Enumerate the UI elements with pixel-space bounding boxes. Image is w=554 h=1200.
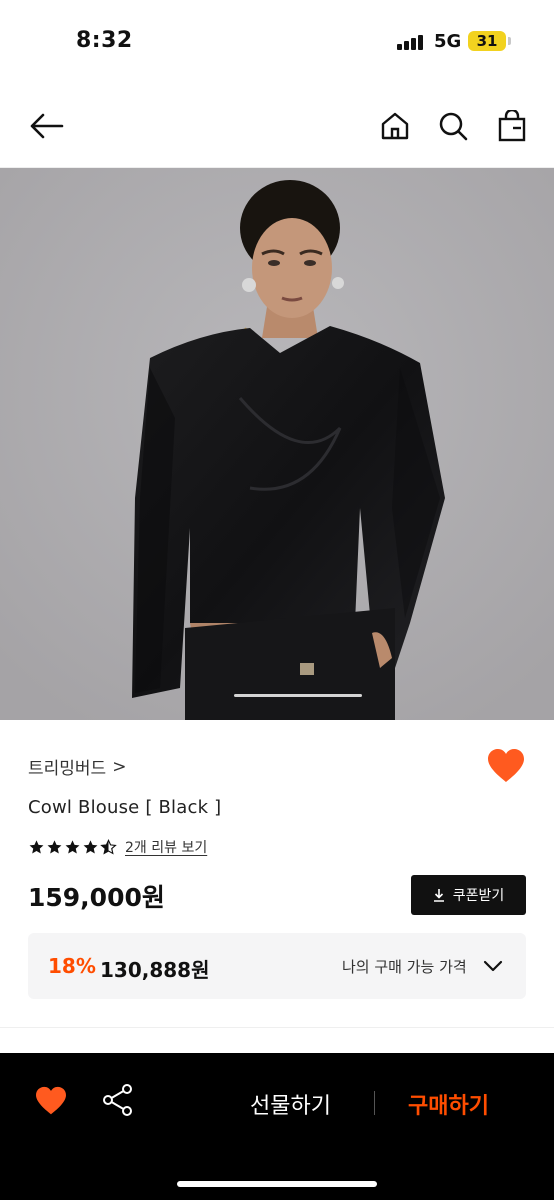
product-price: 159,000원 bbox=[28, 883, 165, 912]
bottom-action-bar: 선물하기 구매하기 bbox=[0, 1053, 554, 1200]
buy-button[interactable]: 구매하기 bbox=[408, 1088, 489, 1120]
discount-rate: 18% bbox=[48, 954, 96, 978]
chevron-right-icon: > bbox=[112, 756, 127, 777]
back-button[interactable] bbox=[26, 104, 66, 148]
battery-tip bbox=[508, 37, 511, 45]
button-separator bbox=[374, 1091, 375, 1115]
model-photo bbox=[0, 168, 554, 720]
share-icon bbox=[103, 1084, 132, 1116]
search-button[interactable] bbox=[433, 104, 473, 148]
share-button[interactable] bbox=[102, 1083, 136, 1119]
carousel-indicator bbox=[234, 694, 362, 697]
home-indicator bbox=[177, 1181, 377, 1187]
home-icon bbox=[381, 112, 409, 140]
battery-icon: 31 bbox=[468, 31, 506, 51]
discount-price: 130,888원 bbox=[100, 958, 210, 982]
heart-icon bbox=[488, 749, 524, 782]
star-icon bbox=[47, 839, 62, 853]
star-icon bbox=[83, 839, 98, 853]
product-name: Cowl Blouse [ Black ] bbox=[28, 797, 222, 818]
cart-button[interactable] bbox=[492, 104, 532, 148]
heart-icon bbox=[36, 1086, 66, 1115]
top-nav bbox=[0, 84, 554, 168]
section-divider bbox=[0, 1027, 554, 1028]
brand-name: 트리밍버드 bbox=[28, 759, 107, 779]
signal-icon bbox=[397, 34, 425, 50]
status-bar: 8:32 5G 31 bbox=[0, 0, 554, 84]
coupon-button[interactable]: 쿠폰받기 bbox=[411, 875, 526, 915]
gift-button[interactable]: 선물하기 bbox=[250, 1088, 331, 1120]
my-price-label: 나의 구매 가능 가격 bbox=[342, 958, 467, 976]
rating-row: 2개 리뷰 보기 bbox=[28, 836, 207, 858]
reviews-link[interactable]: 2개 리뷰 보기 bbox=[125, 837, 207, 857]
wishlist-button[interactable] bbox=[486, 748, 526, 788]
star-icon bbox=[65, 839, 80, 853]
chevron-down-icon bbox=[483, 960, 503, 972]
download-icon bbox=[433, 889, 444, 902]
rating-stars bbox=[28, 838, 117, 856]
status-time: 8:32 bbox=[76, 28, 133, 53]
network-label: 5G bbox=[434, 31, 462, 52]
coupon-label: 쿠폰받기 bbox=[452, 888, 505, 904]
arrow-left-icon bbox=[30, 113, 64, 139]
home-button[interactable] bbox=[375, 104, 415, 148]
bottom-wishlist-button[interactable] bbox=[34, 1086, 68, 1118]
star-icon bbox=[29, 839, 44, 853]
brand-link[interactable]: 트리밍버드 > bbox=[28, 754, 127, 780]
half-star-icon bbox=[100, 838, 117, 855]
product-image[interactable] bbox=[0, 168, 554, 720]
shopping-bag-icon bbox=[498, 110, 526, 142]
my-price-box[interactable]: 18% 130,888원 나의 구매 가능 가격 bbox=[28, 933, 526, 999]
search-icon bbox=[439, 112, 468, 141]
